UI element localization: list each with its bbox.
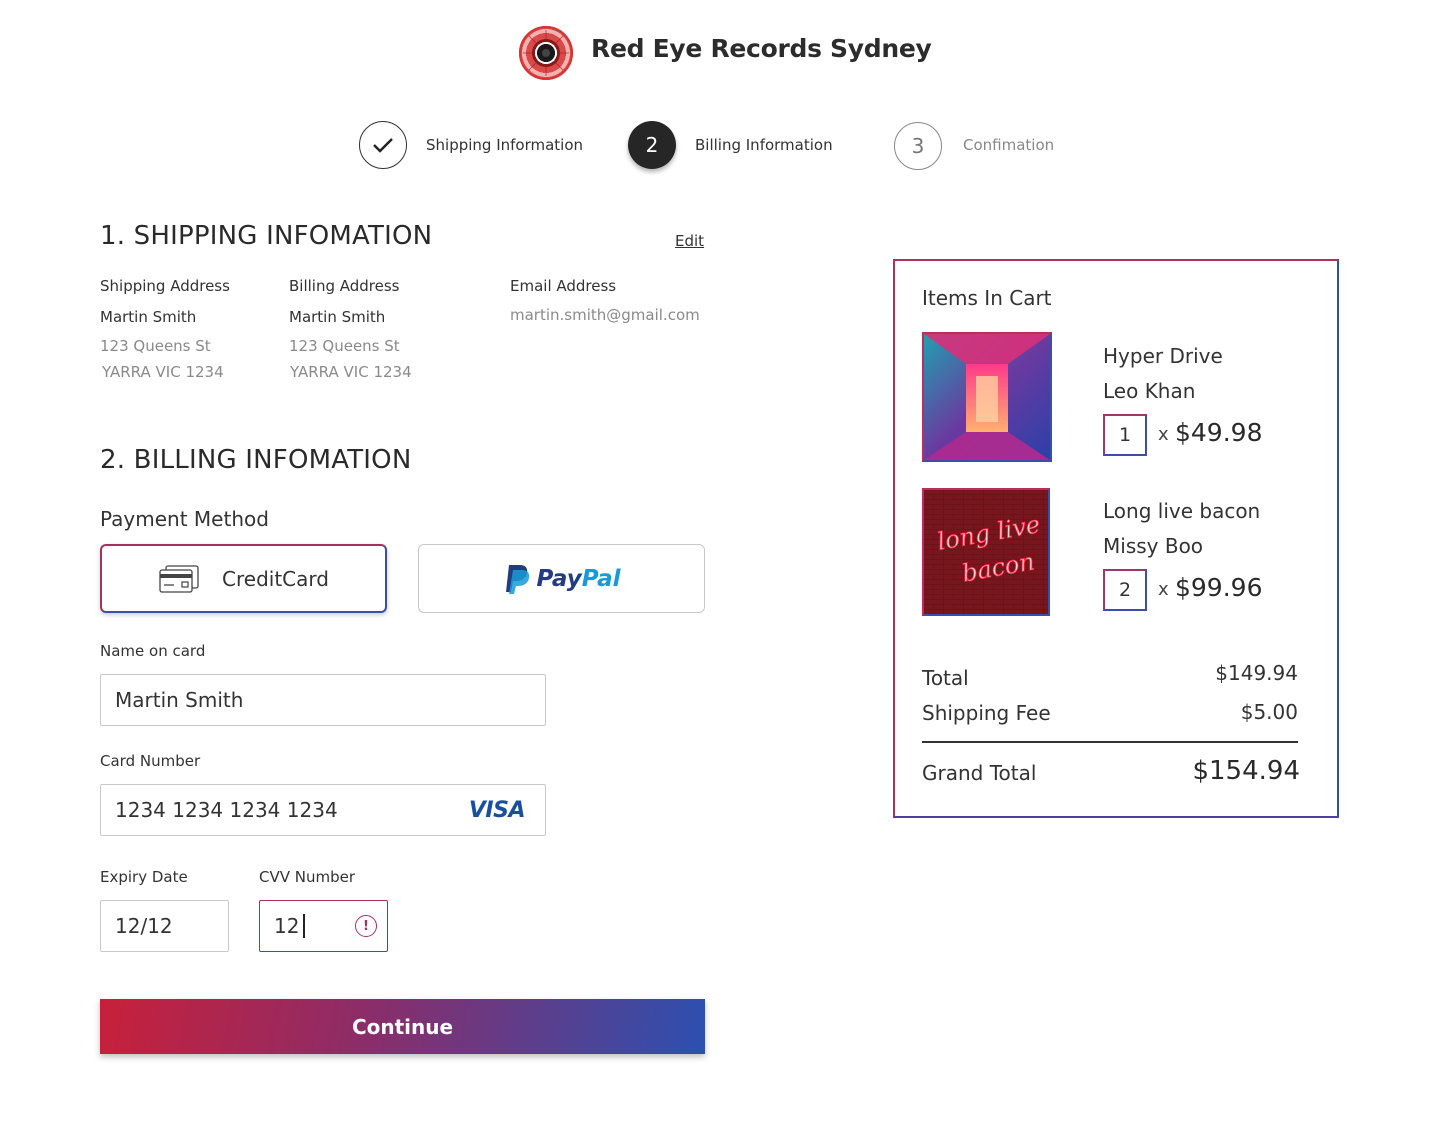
continue-button[interactable]: Continue (100, 999, 705, 1054)
item-1-times-sign: x (1158, 424, 1169, 445)
shipping-fee-value: $5.00 (1240, 700, 1298, 724)
step-3-label: Confimation (963, 136, 1055, 154)
item-2-title: Long live bacon (1103, 499, 1261, 523)
billing-address-name: Martin Smith (289, 308, 386, 326)
item-1-price: $49.98 (1175, 418, 1263, 447)
step-1-label: Shipping Information (426, 136, 584, 154)
neon-sign-artwork: long live bacon (924, 490, 1048, 614)
checkmark-icon (373, 138, 393, 153)
shipping-section-title: 1. SHIPPING INFOMATION (100, 221, 433, 251)
text-cursor (303, 914, 305, 938)
long-live-bacon-cover-image[interactable]: long live bacon (922, 488, 1050, 616)
step-2-label: Billing Information (695, 136, 833, 154)
item-1-title: Hyper Drive (1103, 344, 1223, 368)
grand-total-label: Grand Total (922, 761, 1037, 785)
item-2-quantity-input[interactable]: 2 (1103, 569, 1147, 611)
email-address-heading: Email Address (510, 277, 617, 295)
corridor-artwork (924, 334, 1050, 460)
item-1-quantity-input[interactable]: 1 (1103, 414, 1147, 456)
billing-address-line1: 123 Queens St (289, 337, 400, 355)
brand-name: Red Eye Records Sydney (591, 34, 932, 63)
totals-divider (922, 741, 1298, 743)
expiry-date-value: 12/12 (115, 914, 173, 938)
billing-section-title: 2. BILLING INFOMATION (100, 445, 412, 475)
shipping-address-line1: 123 Queens St (100, 337, 211, 355)
payment-method-label: Payment Method (100, 507, 269, 531)
grand-total-value: $154.94 (1192, 756, 1300, 786)
total-label: Total (922, 666, 969, 690)
card-number-label: Card Number (100, 752, 201, 770)
name-on-card-value: Martin Smith (115, 688, 244, 712)
credit-card-icon (159, 564, 199, 593)
name-on-card-label: Name on card (100, 642, 206, 660)
card-number-value: 1234 1234 1234 1234 (115, 798, 338, 822)
email-address-value: martin.smith@gmail.com (510, 306, 700, 324)
visa-logo-icon: VISA (468, 797, 526, 823)
error-alert-icon: ! (355, 915, 377, 937)
paypal-wordmark-pay: Pay (536, 565, 582, 592)
total-value: $149.94 (1215, 661, 1298, 685)
paypal-wordmark-pal: Pal (581, 565, 621, 592)
shipping-address-line2: YARRA VIC 1234 (102, 363, 224, 381)
step-1-complete-circle (359, 121, 407, 169)
eye-icon (519, 26, 573, 80)
item-2-times-sign: x (1158, 579, 1169, 600)
card-number-input[interactable]: 1234 1234 1234 1234 VISA (100, 784, 546, 836)
shipping-address-heading: Shipping Address (100, 277, 230, 295)
shipping-address-name: Martin Smith (100, 308, 197, 326)
expiry-date-input[interactable]: 12/12 (100, 900, 229, 952)
hyper-drive-cover-image[interactable] (922, 332, 1052, 462)
step-3-pending-circle: 3 (894, 122, 942, 170)
billing-address-heading: Billing Address (289, 277, 400, 295)
shipping-fee-label: Shipping Fee (922, 701, 1051, 725)
cvv-number-input[interactable]: 12 ! (259, 900, 388, 952)
edit-shipping-link[interactable]: Edit (675, 232, 704, 250)
billing-address-line2: YARRA VIC 1234 (290, 363, 412, 381)
creditcard-option-button[interactable]: CreditCard (100, 544, 387, 613)
paypal-option-button[interactable]: Pay Pal (418, 544, 705, 613)
paypal-icon (505, 564, 529, 594)
brand-logo[interactable] (519, 26, 573, 80)
step-2-active-circle: 2 (628, 121, 676, 169)
cvv-number-value: 12 (274, 914, 300, 938)
cvv-number-label: CVV Number (259, 868, 356, 886)
cart-title: Items In Cart (922, 286, 1052, 310)
creditcard-option-label: CreditCard (222, 566, 329, 591)
name-on-card-input[interactable]: Martin Smith (100, 674, 546, 726)
expiry-date-label: Expiry Date (100, 868, 188, 886)
item-1-artist: Leo Khan (1103, 379, 1196, 403)
item-2-price: $99.96 (1175, 573, 1263, 602)
item-2-artist: Missy Boo (1103, 534, 1204, 558)
